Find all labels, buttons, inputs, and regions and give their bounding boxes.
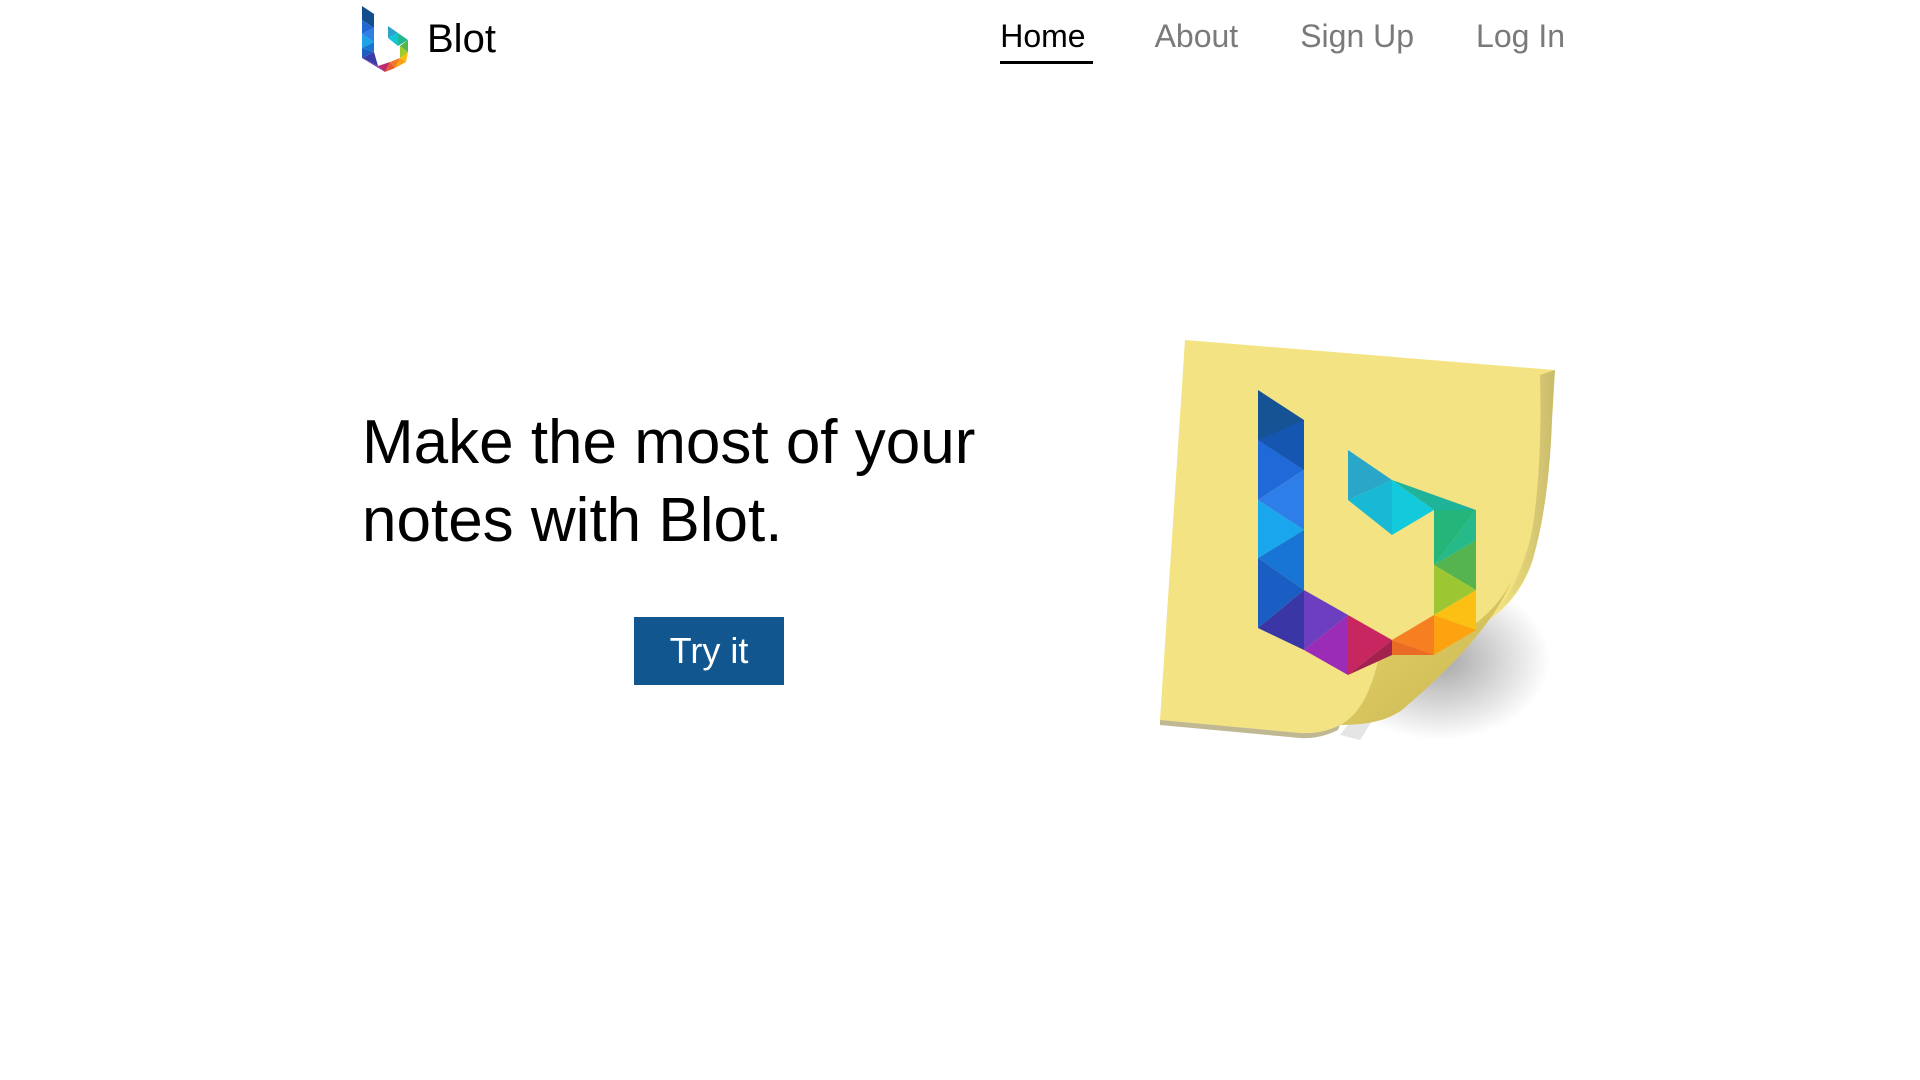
nav-about-link[interactable]: About [1155, 20, 1239, 62]
sticky-note-illustration [1140, 330, 1580, 750]
blot-logo-icon [362, 6, 408, 72]
try-it-button[interactable]: Try it [634, 617, 784, 685]
top-header: Blot Home About Sign Up Log In [362, 0, 1565, 86]
nav-signup-link[interactable]: Sign Up [1300, 20, 1414, 62]
hero-heading-line1: Make the most of your [362, 408, 976, 477]
brand-name: Blot [427, 17, 496, 61]
brand-home-link[interactable]: Blot [362, 6, 496, 74]
sticky-note-logo-image [1160, 340, 1555, 740]
landing-page: Blot Home About Sign Up Log In Make the … [0, 0, 1920, 1080]
hero-heading-line2: notes with Blot. [362, 486, 783, 555]
main-nav: Home About Sign Up Log In [1000, 20, 1565, 64]
nav-login-link[interactable]: Log In [1476, 20, 1565, 62]
nav-home-link[interactable]: Home [1000, 20, 1093, 64]
hero-heading: Make the most of your notes with Blot. [362, 404, 1082, 560]
